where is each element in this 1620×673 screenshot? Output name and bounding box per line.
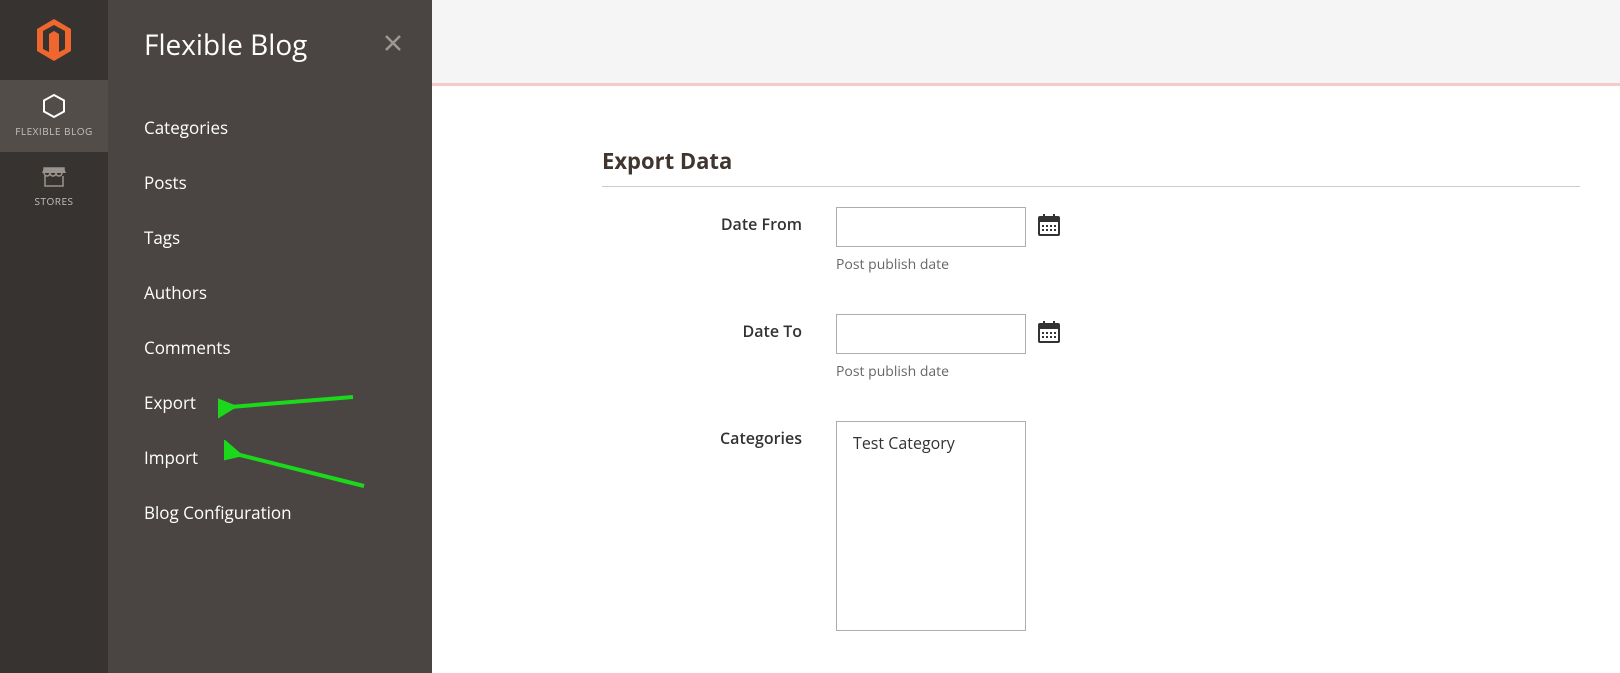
select-option[interactable]: Test Category	[837, 422, 1025, 464]
section-title-export-data: Export Data	[602, 146, 1580, 187]
calendar-icon	[1038, 321, 1060, 343]
magento-logo-icon	[35, 19, 73, 61]
magento-logo[interactable]	[0, 0, 108, 80]
nav-label: FLEXIBLE BLOG	[15, 124, 93, 138]
menu-item-tags[interactable]: Tags	[144, 210, 396, 265]
input-date-from[interactable]	[836, 207, 1026, 247]
nav-label: STORES	[35, 194, 74, 208]
nav-item-stores[interactable]: STORES	[0, 152, 108, 222]
categories-multiselect[interactable]: Test Category	[836, 421, 1026, 631]
field-categories: Categories Test Category	[602, 421, 1620, 631]
menu-item-blog-configuration[interactable]: Blog Configuration	[144, 485, 396, 540]
main-content: Export Data Date From Post publish date	[432, 0, 1620, 673]
flyout-panel: Flexible Blog Categories Posts Tags Auth…	[108, 0, 432, 673]
calendar-picker-date-from[interactable]	[1038, 214, 1060, 241]
label-date-from: Date From	[602, 207, 802, 235]
storefront-icon	[42, 166, 66, 188]
label-date-to: Date To	[602, 314, 802, 342]
menu-item-comments[interactable]: Comments	[144, 320, 396, 375]
hint-date-from: Post publish date	[836, 255, 1060, 274]
flyout-title: Flexible Blog	[144, 26, 307, 64]
menu-item-authors[interactable]: Authors	[144, 265, 396, 320]
field-date-from: Date From Post publish date	[602, 207, 1620, 274]
top-bar	[432, 0, 1620, 86]
menu-item-categories[interactable]: Categories	[144, 100, 396, 155]
menu-item-import[interactable]: Import	[144, 430, 396, 485]
label-categories: Categories	[602, 421, 802, 449]
field-date-to: Date To Post publish date	[602, 314, 1620, 381]
flyout-menu: Categories Posts Tags Authors Comments E…	[108, 100, 432, 540]
hint-date-to: Post publish date	[836, 362, 1060, 381]
calendar-picker-date-to[interactable]	[1038, 321, 1060, 348]
close-flyout-button[interactable]	[384, 34, 402, 57]
close-icon	[384, 34, 402, 52]
menu-item-export[interactable]: Export	[144, 375, 396, 430]
calendar-icon	[1038, 214, 1060, 236]
menu-item-posts[interactable]: Posts	[144, 155, 396, 210]
flyout-header: Flexible Blog	[108, 0, 432, 100]
hexagon-icon	[43, 94, 65, 118]
nav-item-flexible-blog[interactable]: FLEXIBLE BLOG	[0, 80, 108, 152]
admin-sidebar: FLEXIBLE BLOG STORES	[0, 0, 108, 673]
input-date-to[interactable]	[836, 314, 1026, 354]
